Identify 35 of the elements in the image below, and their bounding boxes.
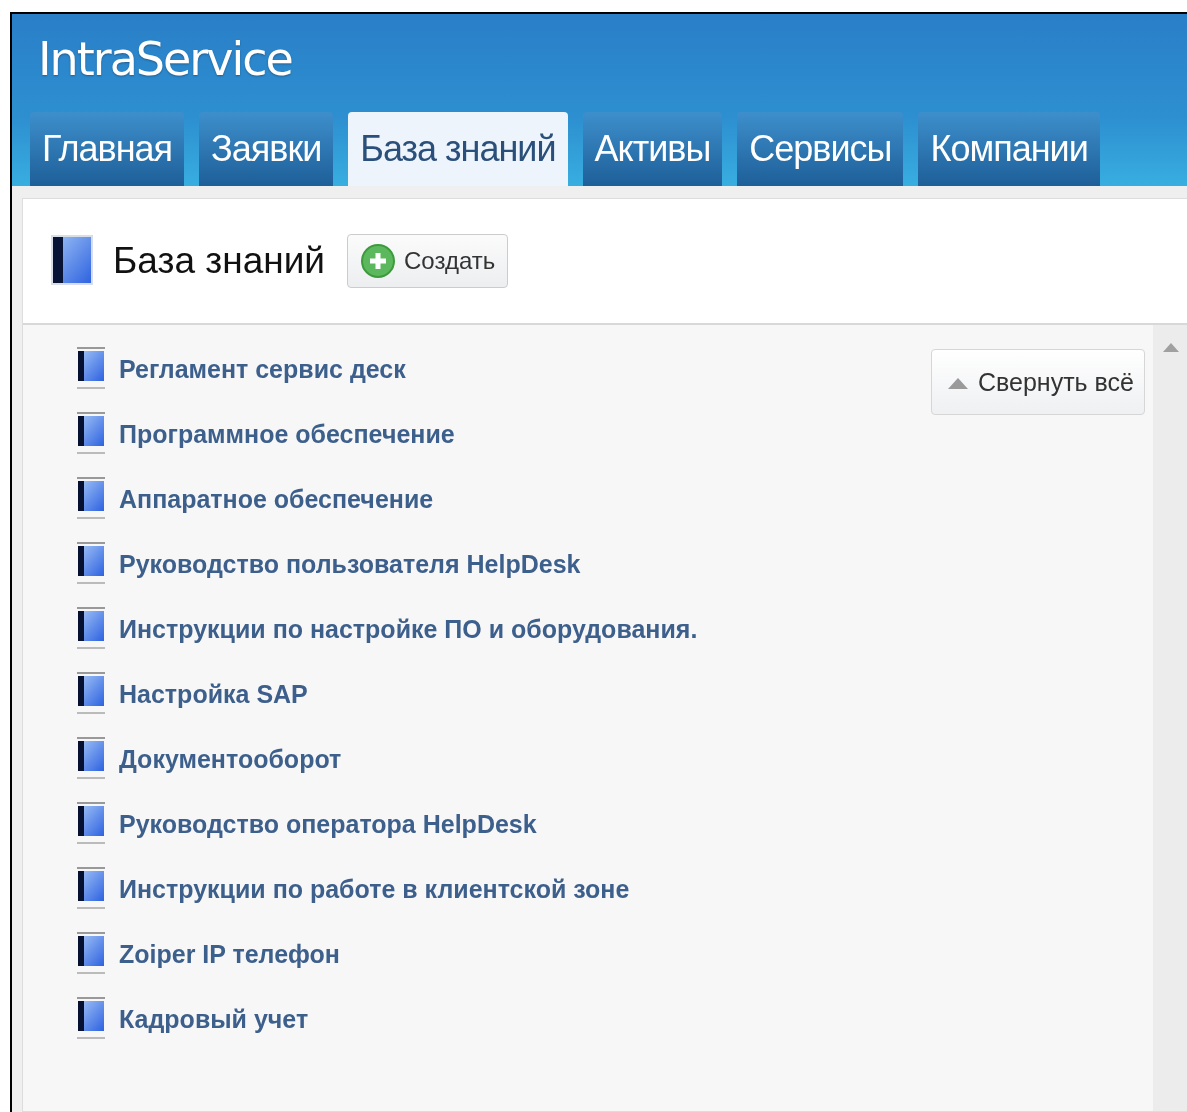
tree-item[interactable]: Кадровый учет (119, 1004, 309, 1034)
book-icon (75, 867, 107, 911)
book-icon (75, 672, 107, 716)
book-icon (75, 932, 107, 976)
nav-tab[interactable]: Компании (918, 112, 1100, 186)
book-icon (75, 477, 107, 521)
nav-tab[interactable]: Заявки (199, 112, 334, 186)
tree-item[interactable]: Регламент сервис деск (119, 354, 406, 384)
tree-item[interactable]: Zoiper IP телефон (119, 939, 340, 969)
plus-icon (360, 243, 396, 279)
tree-item[interactable]: Аппаратное обеспечение (119, 484, 434, 514)
tree-item[interactable]: Инструкции по настройке ПО и оборудования. (119, 614, 698, 644)
nav-tab[interactable]: Активы (582, 112, 723, 186)
book-icon (75, 997, 107, 1041)
book-icon (75, 412, 107, 456)
book-icon (75, 737, 107, 781)
book-icon (75, 542, 107, 586)
tree-item[interactable]: Инструкции по работе в клиентской зоне (119, 874, 630, 904)
tree-item[interactable]: Настройка SAP (119, 679, 308, 709)
scroll-up-icon[interactable] (1161, 341, 1181, 353)
app-logo: IntraService (37, 31, 293, 86)
page-title: База знаний (113, 240, 325, 282)
book-icon (75, 347, 107, 391)
book-icon (75, 607, 107, 651)
tree-item[interactable]: Документооборот (119, 744, 342, 774)
nav-tab[interactable]: База знаний (348, 112, 568, 186)
book-icon (75, 802, 107, 846)
tree-item[interactable]: Руководство пользователя HelpDesk (119, 549, 581, 579)
tree-item[interactable]: Программное обеспечение (119, 419, 455, 449)
create-button[interactable]: Создать (347, 234, 509, 288)
nav-tab[interactable]: Сервисы (737, 112, 904, 186)
scrollbar[interactable] (1153, 325, 1187, 1111)
collapse-all-button[interactable]: Свернуть всё (931, 349, 1145, 415)
tree-item[interactable]: Руководство оператора HelpDesk (119, 809, 537, 839)
nav-tab[interactable]: Главная (30, 112, 185, 186)
